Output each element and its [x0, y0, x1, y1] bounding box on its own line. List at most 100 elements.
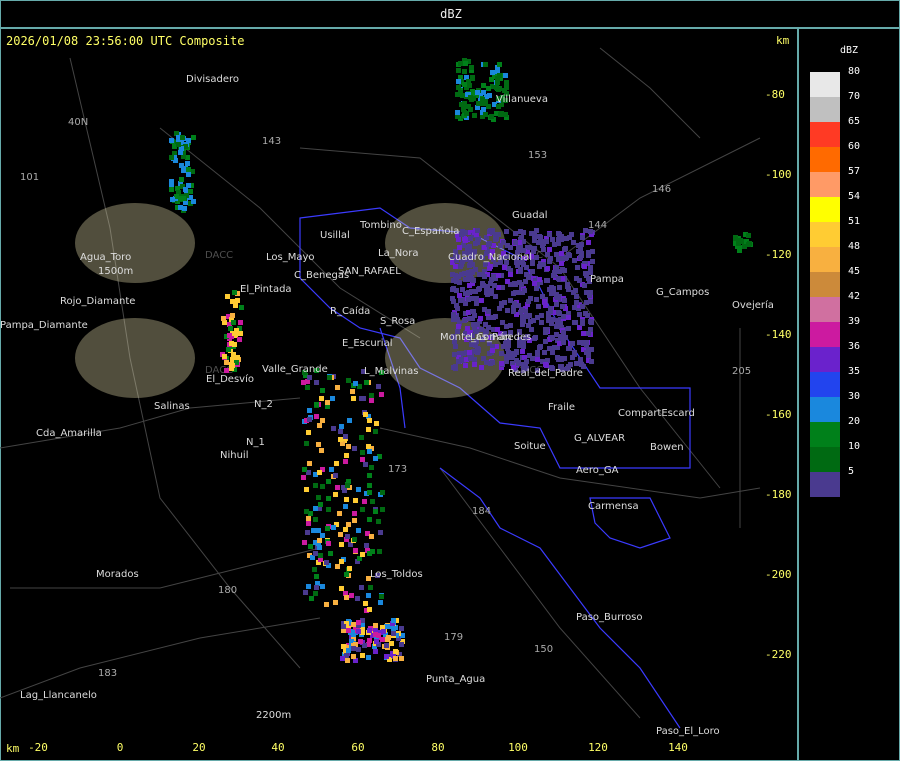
echo-pixel — [380, 507, 385, 512]
echo-pixel — [471, 322, 476, 327]
echo-pixel — [453, 364, 458, 369]
echo-pixel — [346, 378, 351, 383]
route-label: 184 — [472, 506, 491, 517]
echo-pixel — [463, 238, 468, 243]
echo-pixel — [226, 347, 231, 352]
echo-pixel — [513, 231, 518, 236]
place-label: Tombino — [359, 220, 402, 231]
echo-pixel — [360, 450, 365, 455]
echo-pixel — [379, 392, 384, 397]
echo-pixel — [380, 490, 385, 495]
echo-pixel — [231, 352, 236, 357]
echo-pixel — [487, 93, 492, 98]
echo-pixel — [477, 272, 482, 277]
echo-pixel — [381, 629, 386, 634]
route-label: 146 — [652, 184, 671, 195]
echo-pixel — [316, 442, 321, 447]
radar-map[interactable]: DACC DACC DACC DACC DivisaderoVillanueva… — [0, 28, 797, 761]
echo-pixel — [221, 316, 226, 321]
echo-pixel — [529, 231, 534, 236]
echo-pixel — [535, 357, 540, 362]
echo-pixel — [303, 590, 308, 595]
echo-pixel — [462, 82, 467, 87]
echo-pixel — [475, 228, 480, 233]
echo-pixel — [366, 593, 371, 598]
echo-pixel — [341, 644, 346, 649]
echo-pixel — [366, 427, 371, 432]
legend-swatch — [810, 147, 840, 172]
echo-pixel — [306, 516, 311, 521]
echo-pixel — [586, 240, 591, 245]
echo-pixel — [341, 624, 346, 629]
echo-pixel — [463, 363, 468, 368]
echo-pixel — [456, 85, 461, 90]
echo-pixel — [489, 77, 494, 82]
echo-pixel — [169, 155, 174, 160]
x-tick-label: 20 — [192, 741, 206, 754]
echo-pixel — [182, 206, 187, 211]
echo-pixel — [479, 298, 484, 303]
echo-pixel — [306, 521, 311, 526]
place-label: C_Española — [402, 226, 459, 237]
echo-pixel — [548, 309, 553, 314]
echo-pixel — [588, 319, 593, 324]
echo-pixel — [313, 506, 318, 511]
echo-pixel — [511, 309, 516, 314]
echo-pixel — [590, 259, 595, 264]
echo-pixel — [483, 112, 488, 117]
echo-pixel — [344, 572, 349, 577]
echo-pixel — [344, 497, 349, 502]
echo-pixel — [505, 243, 510, 248]
echo-pixel — [391, 618, 396, 623]
legend-label: 80 — [848, 66, 861, 77]
echo-pixel — [304, 441, 309, 446]
echo-pixel — [231, 320, 236, 325]
echo-pixel — [358, 639, 363, 644]
echo-pixel — [301, 475, 306, 480]
echo-pixel — [458, 298, 463, 303]
echo-pixel — [465, 245, 470, 250]
echo-pixel — [373, 632, 378, 637]
echo-pixel — [450, 287, 455, 292]
legend-label: 70 — [848, 91, 861, 102]
echo-pixel — [307, 408, 312, 413]
route-label: 179 — [444, 632, 463, 643]
echo-pixel — [183, 187, 188, 192]
echo-pixel — [499, 361, 504, 366]
route-label: 101 — [20, 172, 39, 183]
y-tick-label: -140 — [765, 328, 792, 341]
echo-pixel — [490, 70, 495, 75]
echo-pixel — [571, 240, 576, 245]
echo-pixel — [326, 541, 331, 546]
echo-pixel — [481, 83, 486, 88]
place-label: L_Malvinas — [364, 366, 418, 377]
title-bar: dBZ — [0, 0, 900, 28]
echo-pixel — [557, 285, 562, 290]
y-tick-label: -80 — [765, 88, 785, 101]
echo-pixel — [451, 317, 456, 322]
echo-pixel — [340, 656, 345, 661]
echo-pixel — [496, 273, 501, 278]
echo-pixel — [399, 626, 404, 631]
echo-pixel — [587, 293, 592, 298]
echo-pixel — [359, 396, 364, 401]
echo-pixel — [312, 567, 317, 572]
echo-pixel — [367, 517, 372, 522]
echo-pixel — [504, 229, 509, 234]
echo-pixel — [368, 585, 373, 590]
legend-swatch — [810, 72, 840, 97]
echo-pixel — [343, 459, 348, 464]
echo-pixel — [366, 444, 371, 449]
legend-label: 42 — [848, 291, 861, 302]
echo-pixel — [518, 269, 523, 274]
echo-pixel — [473, 343, 478, 348]
echo-pixel — [343, 527, 348, 532]
echo-pixel — [185, 161, 190, 166]
echo-pixel — [225, 294, 230, 299]
echo-pixel — [513, 282, 518, 287]
echo-pixel — [453, 264, 458, 269]
echo-pixel — [540, 294, 545, 299]
y-tick-label: -160 — [765, 408, 792, 421]
legend-swatch — [810, 247, 840, 272]
echo-pixel — [451, 299, 456, 304]
